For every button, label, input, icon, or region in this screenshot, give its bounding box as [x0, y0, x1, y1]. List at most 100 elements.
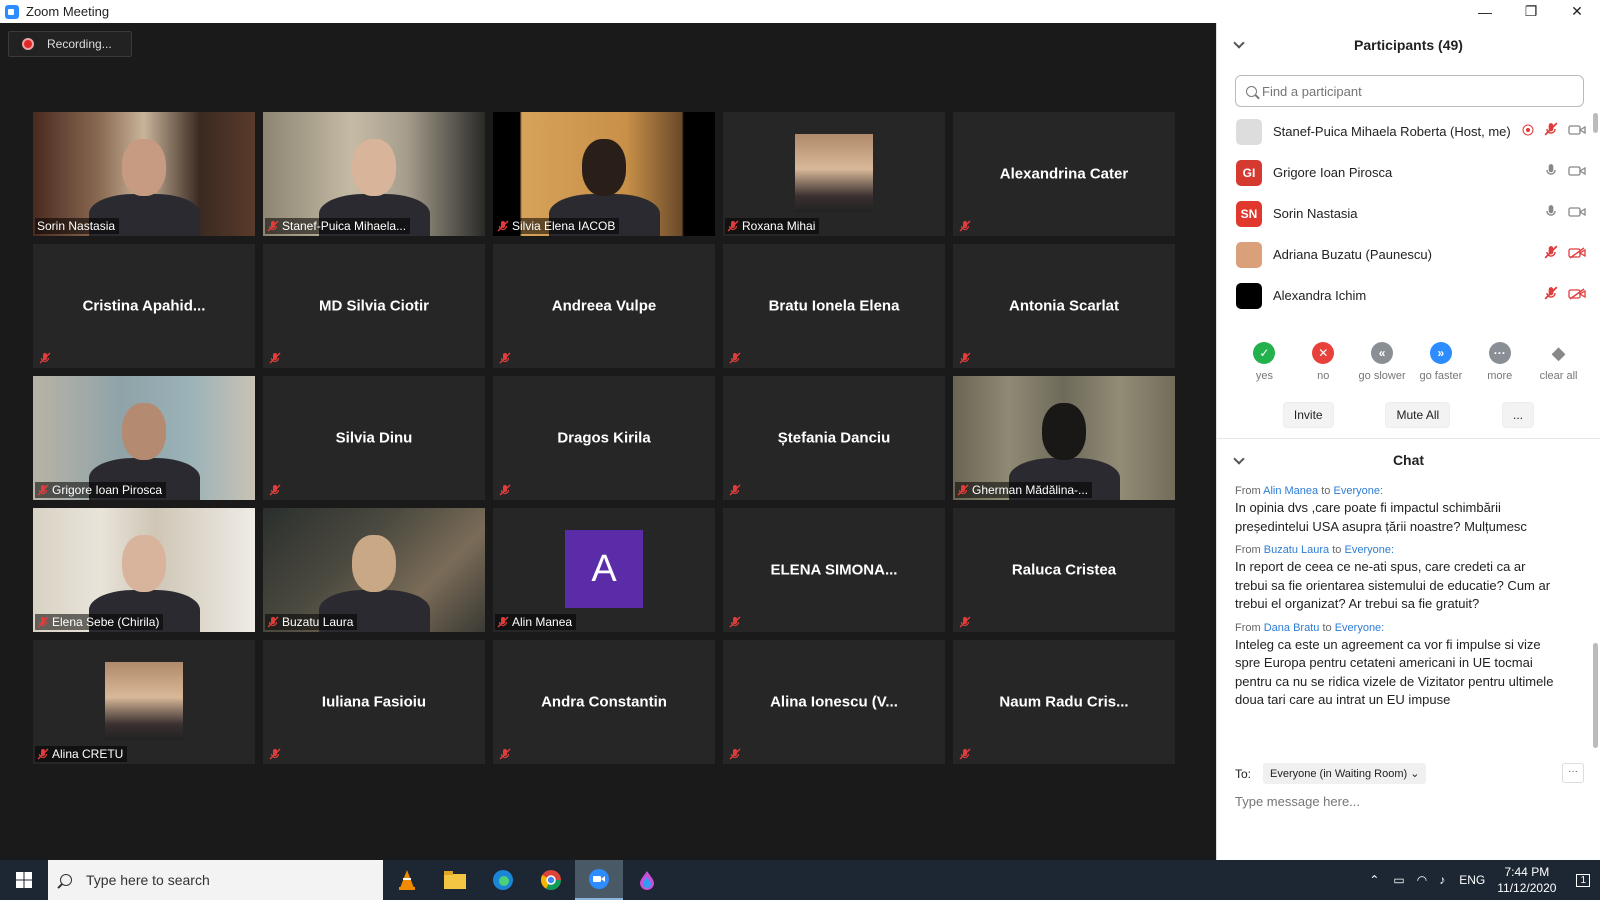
reaction-go-faster-button[interactable]: » go faster: [1411, 342, 1470, 382]
chat-message-input[interactable]: [1235, 794, 1575, 809]
to-word: to: [1321, 485, 1331, 497]
more-options-button[interactable]: ...: [1502, 402, 1535, 428]
chat-sender[interactable]: Dana Bratu: [1264, 622, 1320, 634]
letter-avatar: A: [565, 530, 643, 608]
chat-message-text: In report de ceea ce ne-ati spus, care c…: [1235, 559, 1551, 611]
reaction-no-button[interactable]: ✕ no: [1294, 342, 1353, 382]
close-button[interactable]: ✕: [1554, 0, 1600, 23]
chat-recipient: Everyone:: [1333, 485, 1384, 497]
record-icon: [22, 38, 34, 50]
participant-tile[interactable]: Stanef-Puica Mihaela...: [263, 112, 485, 236]
chat-scrollbar[interactable]: [1593, 643, 1598, 748]
participant-tile[interactable]: Silvia Elena IACOB: [493, 112, 715, 236]
participant-row[interactable]: Adriana Buzatu (Paunescu): [1217, 234, 1600, 275]
chat-collapse-chevron-icon[interactable]: [1233, 453, 1245, 465]
participant-search-input[interactable]: [1262, 83, 1562, 99]
collapse-chevron-icon[interactable]: [1233, 37, 1245, 49]
participant-search[interactable]: [1235, 75, 1584, 107]
invite-button[interactable]: Invite: [1282, 402, 1334, 428]
participant-tile[interactable]: Raluca Cristea: [953, 508, 1175, 632]
participant-tile[interactable]: Alina Ionescu (V...: [723, 640, 945, 764]
participant-tile[interactable]: Alina CRETU: [33, 640, 255, 764]
muted-mic-icon: [497, 616, 509, 628]
participant-name-label: Sorin Nastasia: [35, 218, 120, 234]
participant-row[interactable]: Alexandra Ichim: [1217, 275, 1600, 316]
participant-row[interactable]: SN Sorin Nastasia: [1217, 193, 1600, 234]
tray-chevron-icon[interactable]: ⌃: [1369, 873, 1379, 887]
mute-all-button[interactable]: Mute All: [1385, 402, 1451, 428]
mic-icon[interactable]: [1544, 163, 1558, 182]
participant-tile[interactable]: Roxana Mihai: [723, 112, 945, 236]
video-camera-icon[interactable]: [1568, 123, 1586, 141]
muted-mic-icon: [37, 484, 49, 496]
participant-scrollbar[interactable]: [1593, 113, 1598, 133]
chrome-browser-icon[interactable]: [527, 860, 575, 900]
participant-tile[interactable]: Andra Constantin: [493, 640, 715, 764]
participant-name: Naum Radu Cris...: [999, 693, 1129, 711]
file-explorer-icon[interactable]: [431, 860, 479, 900]
video-camera-icon[interactable]: [1568, 205, 1586, 223]
participant-tile[interactable]: Silvia Dinu: [263, 376, 485, 500]
chat-message-text: In opinia dvs ,care poate fi impactul sc…: [1235, 500, 1527, 534]
mic-icon[interactable]: [1544, 204, 1558, 223]
participant-tile[interactable]: Bratu Ionela Elena: [723, 244, 945, 368]
participant-tile[interactable]: Elena Sebe (Chirila): [33, 508, 255, 632]
participant-tile[interactable]: ELENA SIMONA...: [723, 508, 945, 632]
edge-browser-icon[interactable]: [479, 860, 527, 900]
participant-avatar: GI: [1236, 159, 1262, 186]
reaction-label: more: [1487, 370, 1513, 382]
wifi-icon[interactable]: ◠: [1417, 873, 1427, 887]
participant-tile[interactable]: Buzatu Laura: [263, 508, 485, 632]
reaction-yes-button[interactable]: ✓ yes: [1235, 342, 1294, 382]
muted-mic-icon[interactable]: [1544, 245, 1558, 264]
reaction-go-slower-button[interactable]: « go slower: [1353, 342, 1412, 382]
minimize-button[interactable]: —: [1462, 0, 1508, 23]
participant-tile[interactable]: Andreea Vulpe: [493, 244, 715, 368]
participant-tile[interactable]: Dragos Kirila: [493, 376, 715, 500]
muted-mic-icon[interactable]: [1544, 286, 1558, 305]
battery-icon[interactable]: ▭: [1393, 873, 1404, 887]
vlc-taskbar-icon[interactable]: [383, 860, 431, 900]
recording-indicator[interactable]: Recording...: [8, 31, 132, 57]
participant-name: Dragos Kirila: [557, 429, 651, 447]
muted-mic-icon[interactable]: [1544, 122, 1558, 141]
windows-start-button[interactable]: [0, 860, 48, 900]
windows-logo-icon: [16, 872, 32, 888]
reaction-clear-all-button[interactable]: ◆ clear all: [1529, 342, 1588, 382]
participant-name: Elena Sebe (Chirila): [52, 615, 160, 629]
chat-sender[interactable]: Buzatu Laura: [1264, 544, 1329, 556]
side-panel: Participants (49) Stanef-Puica Mihaela R…: [1216, 23, 1600, 860]
restore-button[interactable]: ❐: [1508, 0, 1554, 23]
video-camera-icon[interactable]: [1568, 164, 1586, 182]
participant-tile[interactable]: Antonia Scarlat: [953, 244, 1175, 368]
chat-sender[interactable]: Alin Manea: [1263, 485, 1318, 497]
participant-tile[interactable]: Alexandrina Cater: [953, 112, 1175, 236]
volume-icon[interactable]: ♪: [1439, 873, 1445, 887]
reaction-more-button[interactable]: ··· more: [1470, 342, 1529, 382]
paint-app-icon[interactable]: [623, 860, 671, 900]
language-indicator[interactable]: ENG: [1459, 873, 1485, 887]
participant-tile[interactable]: Cristina Apahid...: [33, 244, 255, 368]
participant-name: Iuliana Fasioiu: [321, 693, 427, 711]
video-off-icon[interactable]: [1568, 246, 1586, 264]
participant-tile[interactable]: Ștefania Danciu: [723, 376, 945, 500]
video-off-icon[interactable]: [1568, 287, 1586, 305]
participant-tile[interactable]: MD Silvia Ciotir: [263, 244, 485, 368]
taskbar-search[interactable]: Type here to search: [48, 860, 383, 900]
participant-tile[interactable]: A Alin Manea: [493, 508, 715, 632]
recipient-select[interactable]: Everyone (in Waiting Room) ⌄: [1263, 763, 1427, 784]
notification-icon[interactable]: 1: [1576, 873, 1590, 887]
chat-more-button[interactable]: ···: [1562, 763, 1584, 783]
participant-list-name: Adriana Buzatu (Paunescu): [1273, 247, 1432, 262]
participant-tile[interactable]: Iuliana Fasioiu: [263, 640, 485, 764]
participant-tile[interactable]: Grigore Ioan Pirosca: [33, 376, 255, 500]
zoom-taskbar-icon[interactable]: [575, 860, 623, 900]
participant-tile[interactable]: Naum Radu Cris...: [953, 640, 1175, 764]
participant-tile[interactable]: Sorin Nastasia: [33, 112, 255, 236]
participant-row[interactable]: Stanef-Puica Mihaela Roberta (Host, me): [1217, 111, 1600, 152]
person-silhouette: [121, 139, 167, 197]
clock[interactable]: 7:44 PM 11/12/2020: [1497, 864, 1556, 896]
participant-name: MD Silvia Ciotir: [318, 297, 430, 315]
participant-tile[interactable]: Gherman Mădălina-...: [953, 376, 1175, 500]
participant-row[interactable]: GI Grigore Ioan Pirosca: [1217, 152, 1600, 193]
